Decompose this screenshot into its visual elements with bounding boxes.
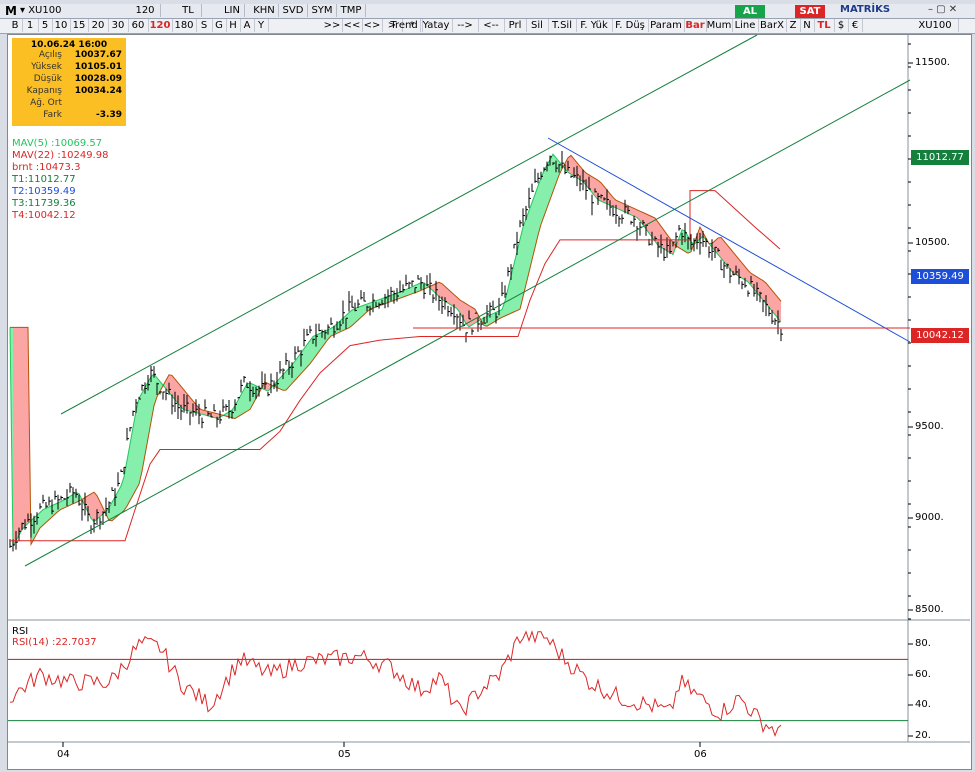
ma-fill [472, 307, 475, 325]
rsi-tick: 40. [915, 699, 931, 710]
info-key: Kapanış [26, 86, 62, 96]
indicator-legend: MAV(5) :10069.57 MAV(22) :10249.98 brnt :1… [12, 138, 108, 222]
info-value: 10028.09 [74, 74, 122, 84]
legend-item: brnt :10473.3 [12, 162, 81, 173]
info-value: -3.39 [96, 110, 122, 120]
info-key: Yüksek [31, 62, 62, 72]
price-chart[interactable] [0, 0, 975, 772]
rsi-line [9, 630, 782, 738]
ma-fill [22, 327, 25, 530]
legend-item: T1:11012.77 [12, 174, 76, 185]
time-tick: 05 [338, 749, 351, 760]
ma-fill [16, 327, 19, 541]
price-tick: 9000. [915, 512, 944, 523]
info-row: Fark -3.39 [12, 110, 126, 122]
info-value [62, 98, 122, 110]
time-tick: 06 [694, 749, 707, 760]
info-row: Yüksek 10105.01 [12, 62, 126, 74]
legend-item: MAV(22) :10249.98 [12, 150, 109, 161]
ohlc-info-box: 10.06.24 16:00 Açılış 10037.67 Yüksek 10105… [12, 38, 126, 126]
price-tick: 11500. [915, 57, 950, 68]
legend-item: T2:10359.49 [12, 186, 76, 197]
info-rows: Açılış 10037.67 Yüksek 10105.01 Düşük 10028.0… [12, 50, 126, 122]
info-value: 10034.24 [74, 86, 122, 96]
ma-fill [13, 327, 16, 547]
ma-fill [91, 492, 94, 522]
info-key: Ağ. Ort [30, 98, 62, 108]
info-value: 10037.67 [74, 50, 122, 60]
info-value: 10105.01 [74, 62, 122, 72]
price-badge: 10042.12 [911, 328, 969, 343]
ma-fill [139, 393, 142, 485]
info-row: Düşük 10028.09 [12, 74, 126, 86]
price-tick: 9500. [915, 421, 944, 432]
ma-fill [25, 327, 28, 527]
info-row: Kapanış 10034.24 [12, 86, 126, 98]
rsi-title: RSI [12, 626, 29, 637]
ma-fill [19, 327, 22, 536]
price-tick: 8500. [915, 604, 944, 615]
info-key: Fark [43, 110, 62, 120]
info-date: 10.06.24 16:00 [30, 40, 108, 50]
channel-lower-line [24, 79, 911, 567]
info-row: Açılış 10037.67 [12, 50, 126, 62]
rsi-tick: 20. [915, 730, 931, 741]
rsi-tick: 60. [915, 669, 931, 680]
legend-item: T4:10042.12 [12, 210, 76, 221]
rsi-value: RSI(14) :22.7037 [12, 637, 97, 648]
price-badge: 11012.77 [911, 150, 969, 165]
price-tick: 10500. [915, 237, 950, 248]
rsi-tick: 80. [915, 638, 931, 649]
time-tick: 04 [57, 749, 70, 760]
info-key: Açılış [38, 50, 62, 60]
legend-item: T3:11739.36 [12, 198, 76, 209]
price-badge: 10359.49 [911, 269, 969, 284]
legend-item: MAV(5) :10069.57 [12, 138, 103, 149]
info-row: Ağ. Ort [12, 98, 126, 110]
info-key: Düşük [33, 74, 62, 84]
